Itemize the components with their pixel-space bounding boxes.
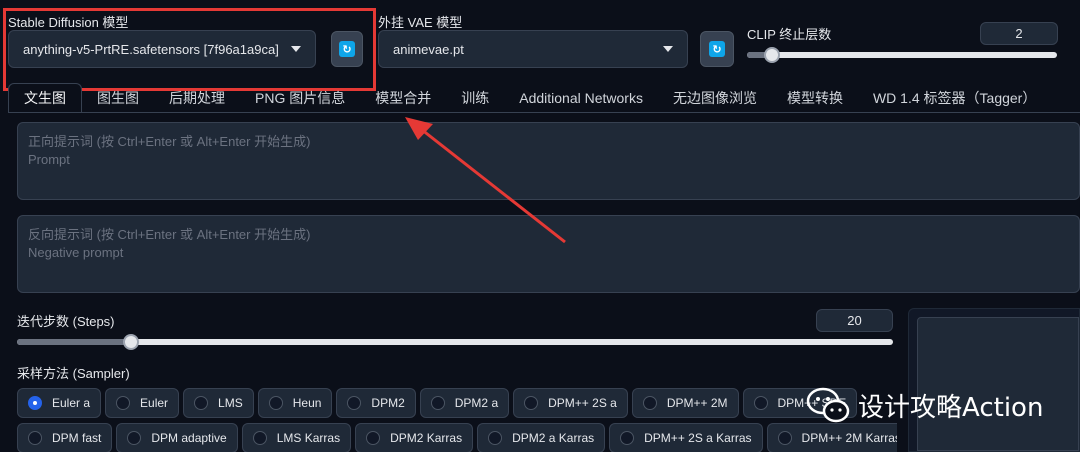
sampler-row-1: Euler a Euler LMS Heun DPM2 DPM2 a DPM++ 2S a D… [17, 388, 897, 418]
sampler-option[interactable]: DPM++ 2S a [513, 388, 628, 418]
sampler-option-label: DPM2 [371, 396, 405, 410]
tab-additional-networks[interactable]: Additional Networks [504, 83, 658, 112]
clip-label: CLIP 终止层数 [747, 27, 832, 42]
steps-slider-fill [17, 339, 131, 345]
radio-icon [28, 396, 42, 410]
radio-icon [430, 396, 445, 410]
radio-icon [252, 431, 267, 445]
radio-icon [28, 431, 42, 445]
sampler-option[interactable]: DPM++ 2M [631, 388, 739, 418]
vae-select-label: 外挂 VAE 模型 [378, 15, 463, 30]
sampler-option-label: DPM++ 2M [666, 396, 728, 410]
annotation-arrow [405, 117, 566, 244]
chevron-down-icon [663, 46, 673, 52]
sampler-option-label: DPM2 a Karras [512, 431, 595, 445]
radio-icon [194, 396, 209, 410]
tab-model-merge[interactable]: 模型合并 [360, 83, 446, 112]
sampler-option-label: DPM++ 2S a [548, 396, 617, 410]
sampler-option-label: Heun [292, 396, 322, 410]
sampler-option-label: DPM++ 2S a Karras [644, 431, 752, 445]
radio-icon [488, 431, 503, 445]
sampler-option[interactable]: LMS Karras [241, 423, 352, 452]
sampler-option-label: DPM2 a [454, 396, 499, 410]
radio-icon [347, 396, 362, 410]
sampler-option-label: LMS Karras [276, 431, 341, 445]
output-panel [908, 308, 1080, 452]
sampler-option-label: DPM adaptive [151, 431, 227, 445]
tab-train[interactable]: 训练 [446, 83, 504, 112]
sampler-option[interactable]: Euler a [17, 388, 102, 418]
sampler-option[interactable]: DPM2 a [419, 388, 510, 418]
radio-icon [116, 396, 131, 410]
arrow-shaft [416, 124, 566, 244]
sampler-option[interactable]: LMS [183, 388, 254, 418]
radio-icon [642, 396, 657, 410]
vae-refresh-button[interactable]: ↻ [700, 31, 734, 67]
sampler-option[interactable]: DPM2 a Karras [477, 423, 606, 452]
tab-tagger[interactable]: WD 1.4 标签器（Tagger） [858, 83, 1051, 112]
sampler-option[interactable]: Heun [257, 388, 333, 418]
sampler-option-label: Euler a [52, 396, 91, 410]
radio-icon [127, 431, 142, 445]
sampler-option-label: DPM2 Karras [390, 431, 463, 445]
radio-icon [753, 396, 768, 410]
sampler-option-label: DPM fast [52, 431, 102, 445]
watermark: 设计攻略Action [806, 382, 1076, 428]
refresh-icon: ↻ [709, 41, 725, 57]
tab-model-convert[interactable]: 模型转换 [772, 83, 858, 112]
tab-txt2img[interactable]: 文生图 [8, 83, 82, 112]
tab-img2img[interactable]: 图生图 [82, 83, 154, 112]
vae-select[interactable]: animevae.pt [378, 30, 688, 68]
radio-icon [620, 431, 635, 445]
clip-slider-thumb[interactable] [763, 47, 780, 63]
wechat-icon [806, 387, 850, 423]
sampler-option-label: LMS [218, 396, 243, 410]
clip-value-input[interactable]: 2 [980, 22, 1058, 45]
main-tabs: 文生图 图生图 后期处理 PNG 图片信息 模型合并 训练 Additional… [8, 83, 1080, 113]
sampler-option[interactable]: DPM2 [336, 388, 416, 418]
highlight-box [3, 8, 376, 91]
radio-icon [524, 396, 539, 410]
vae-select-value: animevae.pt [393, 41, 464, 57]
sampler-option[interactable]: DPM adaptive [116, 423, 238, 452]
steps-slider-thumb[interactable] [122, 334, 139, 350]
radio-icon [268, 396, 283, 410]
sampler-option[interactable]: DPM2 Karras [355, 423, 474, 452]
tab-png-info[interactable]: PNG 图片信息 [240, 83, 360, 112]
steps-value-input[interactable]: 20 [816, 309, 893, 332]
radio-icon [366, 431, 381, 445]
sampler-option-label: Euler [140, 396, 169, 410]
steps-slider[interactable] [17, 334, 893, 350]
sampler-label: 采样方法 (Sampler) [17, 366, 130, 381]
sampler-option[interactable]: DPM++ 2S a Karras [609, 423, 763, 452]
sampler-row-2: DPM fast DPM adaptive LMS Karras DPM2 Karra… [17, 423, 897, 452]
clip-slider[interactable] [747, 47, 1057, 63]
tab-image-browser[interactable]: 无边图像浏览 [658, 83, 772, 112]
sampler-option[interactable]: Euler [105, 388, 180, 418]
tab-extras[interactable]: 后期处理 [154, 83, 240, 112]
sampler-option[interactable]: DPM fast [17, 423, 113, 452]
watermark-text: 设计攻略Action [858, 392, 1044, 423]
radio-icon [777, 431, 792, 445]
sampler-option-label: DPM++ 2M Karras [801, 431, 897, 445]
steps-label: 迭代步数 (Steps) [17, 314, 115, 329]
